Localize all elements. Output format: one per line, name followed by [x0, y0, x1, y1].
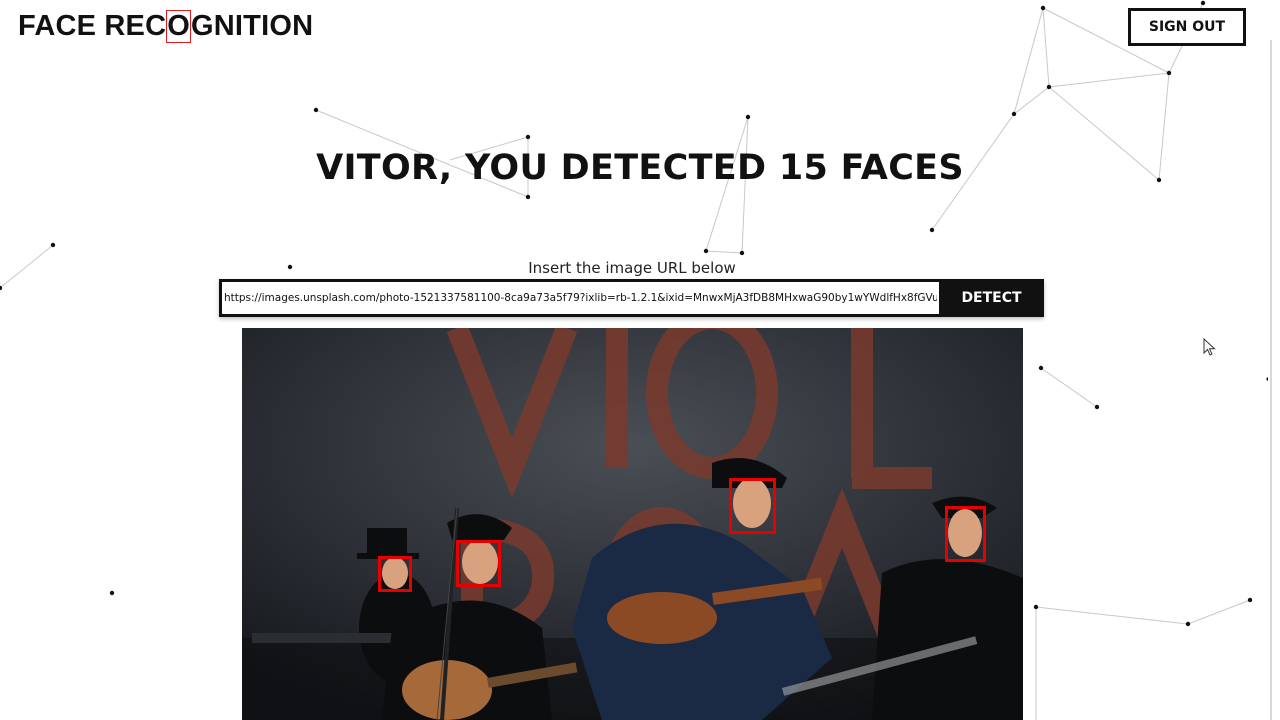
scrollbar-thumb[interactable] — [1270, 40, 1272, 720]
app-root: FACE RECOGNITION SIGN OUT VITOR, YOU DET… — [0, 0, 1280, 720]
logo-boxed-letter: O — [166, 10, 191, 43]
face-detection-box — [729, 478, 776, 534]
page-title: VITOR, YOU DETECTED 15 FACES — [316, 148, 964, 188]
image-url-input[interactable] — [219, 279, 939, 317]
logo-text-prefix: FACE REC — [18, 10, 167, 42]
detected-image — [242, 328, 1023, 720]
detect-button[interactable]: DETECT — [939, 279, 1044, 317]
mouse-pointer-icon — [1203, 338, 1216, 356]
sign-out-button[interactable]: SIGN OUT — [1128, 8, 1246, 46]
concert-photo — [242, 328, 1023, 720]
app-logo: FACE RECOGNITION — [18, 10, 313, 43]
url-input-label: Insert the image URL below — [528, 259, 736, 277]
face-detection-box — [945, 506, 986, 562]
face-detection-box — [456, 540, 501, 587]
url-form: DETECT — [219, 279, 1044, 317]
face-detection-box — [378, 556, 412, 592]
logo-text-suffix: GNITION — [191, 10, 314, 42]
